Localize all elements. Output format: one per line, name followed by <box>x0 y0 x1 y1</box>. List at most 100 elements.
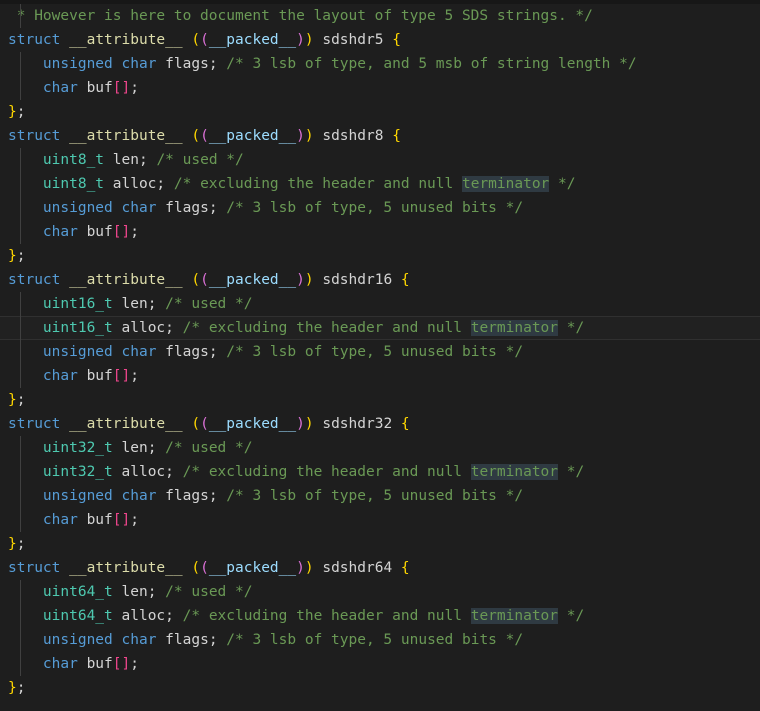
paren-open-inner: ( <box>200 416 209 432</box>
paren-close-outer: ) <box>304 128 314 144</box>
code-line[interactable]: uint32_t alloc; /* excluding the header … <box>0 460 760 484</box>
attribute-token: __attribute__ <box>69 128 183 144</box>
brace-close: } <box>8 248 17 264</box>
comment-token: /* 3 lsb of type, 5 unused bits */ <box>226 488 524 504</box>
paren-open-outer: ( <box>191 272 201 288</box>
field-flags: flags <box>165 200 209 216</box>
keyword-unsigned: unsigned <box>42 200 113 216</box>
code-line[interactable]: uint64_t len; /* used */ <box>0 580 760 604</box>
code-line[interactable]: char buf[]; <box>0 508 760 532</box>
code-line[interactable]: }; <box>0 244 760 268</box>
field-len: len <box>112 152 139 168</box>
comment-token: /* excluding the header and null <box>182 608 471 624</box>
paren-close-inner: ) <box>296 560 305 576</box>
type-token: uint8_t <box>42 152 105 168</box>
semicolon: ; <box>16 680 26 696</box>
word-occurrence-highlight: terminator <box>470 320 559 336</box>
attribute-token: __attribute__ <box>69 272 183 288</box>
field-buf: buf <box>86 656 113 672</box>
code-line[interactable]: uint8_t len; /* used */ <box>0 148 760 172</box>
struct-name: sdshdr32 <box>322 416 393 432</box>
code-line[interactable]: struct __attribute__ ((__packed__)) sdsh… <box>0 412 760 436</box>
bracket-open: [ <box>112 224 122 240</box>
code-line[interactable]: }; <box>0 100 760 124</box>
bracket-open: [ <box>112 512 122 528</box>
code-line[interactable]: uint16_t len; /* used */ <box>0 292 760 316</box>
keyword-char: char <box>121 56 157 72</box>
code-line[interactable]: }; <box>0 532 760 556</box>
code-line[interactable]: unsigned char flags; /* 3 lsb of type, 5… <box>0 196 760 220</box>
code-line[interactable]: struct __attribute__ ((__packed__)) sdsh… <box>0 124 760 148</box>
attribute-token: __attribute__ <box>69 32 183 48</box>
semicolon: ; <box>130 224 139 240</box>
code-line[interactable]: char buf[]; <box>0 652 760 676</box>
code-line[interactable]: unsigned char flags; /* 3 lsb of type, 5… <box>0 628 760 652</box>
code-line[interactable]: }; <box>0 676 760 700</box>
keyword-char: char <box>121 488 157 504</box>
word-occurrence-highlight: terminator <box>470 464 559 480</box>
code-line[interactable]: uint32_t len; /* used */ <box>0 436 760 460</box>
code-line[interactable]: uint8_t alloc; /* excluding the header a… <box>0 172 760 196</box>
comment-token: /* 3 lsb of type, 5 unused bits */ <box>226 632 524 648</box>
code-content-area[interactable]: * However is here to document the layout… <box>0 4 760 711</box>
code-line-active[interactable]: uint16_t alloc; /* excluding the header … <box>0 316 760 340</box>
code-line[interactable]: char buf[]; <box>0 76 760 100</box>
code-editor[interactable]: * However is here to document the layout… <box>0 0 760 711</box>
code-line[interactable]: unsigned char flags; /* 3 lsb of type, a… <box>0 52 760 76</box>
bracket-open: [ <box>112 368 122 384</box>
paren-open-inner: ( <box>200 272 209 288</box>
paren-open-outer: ( <box>191 560 201 576</box>
comment-token: */ <box>549 176 576 192</box>
bracket-close: ] <box>121 224 131 240</box>
brace-close: } <box>8 392 17 408</box>
paren-open-outer: ( <box>191 128 201 144</box>
code-line[interactable]: char buf[]; <box>0 220 760 244</box>
code-line[interactable]: uint64_t alloc; /* excluding the header … <box>0 604 760 628</box>
packed-token: __packed__ <box>208 416 297 432</box>
code-line[interactable]: struct __attribute__ ((__packed__)) sdsh… <box>0 268 760 292</box>
code-line[interactable]: struct __attribute__ ((__packed__)) sdsh… <box>0 28 760 52</box>
semicolon: ; <box>165 320 174 336</box>
comment-token: /* excluding the header and null <box>173 176 462 192</box>
code-line[interactable]: unsigned char flags; /* 3 lsb of type, 5… <box>0 484 760 508</box>
code-line[interactable]: char buf[]; <box>0 364 760 388</box>
keyword-struct: struct <box>8 128 61 144</box>
code-line[interactable]: unsigned char flags; /* 3 lsb of type, 5… <box>0 340 760 364</box>
code-line[interactable]: }; <box>0 388 760 412</box>
paren-close-inner: ) <box>296 272 305 288</box>
field-buf: buf <box>86 512 113 528</box>
struct-name: sdshdr64 <box>322 560 393 576</box>
code-line[interactable]: struct __attribute__ ((__packed__)) sdsh… <box>0 556 760 580</box>
code-line[interactable]: * However is here to document the layout… <box>0 4 760 28</box>
field-len: len <box>121 584 148 600</box>
bracket-close: ] <box>121 512 131 528</box>
comment-token: */ <box>558 608 585 624</box>
keyword-char: char <box>42 224 78 240</box>
keyword-struct: struct <box>8 272 61 288</box>
bracket-close: ] <box>121 368 131 384</box>
